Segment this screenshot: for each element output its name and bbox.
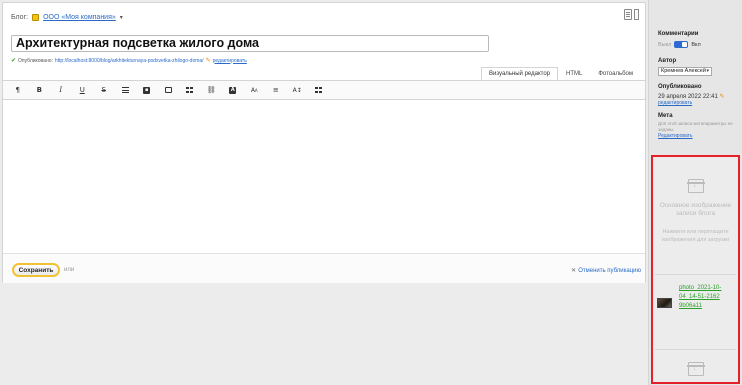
pencil-icon[interactable]: ✎ bbox=[720, 94, 725, 100]
chevron-down-icon[interactable]: ▾ bbox=[120, 14, 123, 21]
paragraph-icon[interactable]: ¶ bbox=[7, 82, 29, 98]
save-button[interactable]: Сохранить bbox=[12, 263, 60, 277]
author-section: Автор Кремнев Алексей bbox=[658, 58, 712, 76]
publication-status: ✔ Опубликовано: http://localhost:8000/bl… bbox=[11, 57, 247, 65]
post-content-editor[interactable] bbox=[3, 101, 645, 251]
image-file-link[interactable]: photo_2021-10-04_14-51-21629b06a11 bbox=[679, 284, 723, 311]
image-icon[interactable]: ▪ bbox=[136, 82, 158, 98]
close-icon: ✕ bbox=[571, 268, 577, 274]
edit-url-link[interactable]: редактировать bbox=[213, 58, 247, 64]
author-heading: Автор bbox=[658, 58, 677, 64]
upload-icon bbox=[687, 179, 705, 193]
blog-label: Блог: bbox=[11, 13, 29, 21]
video-icon[interactable] bbox=[158, 82, 180, 98]
image-thumbnail[interactable] bbox=[657, 298, 672, 308]
post-title-input[interactable]: Архитектурная подсветка жилого дома bbox=[11, 35, 489, 52]
comments-on-label: Вкл bbox=[691, 41, 701, 48]
text-size-icon[interactable]: A↕ bbox=[287, 82, 309, 98]
document-icon[interactable] bbox=[624, 9, 632, 20]
cancel-text: или bbox=[64, 267, 75, 273]
published-label: Опубликовано: bbox=[18, 57, 53, 64]
italic-icon[interactable]: I bbox=[50, 82, 72, 98]
author-select[interactable]: Кремнев Алексей bbox=[658, 67, 712, 76]
dropzone-hint: Нажмите или перетащите изображения для з… bbox=[661, 229, 730, 243]
pencil-icon[interactable]: ✎ bbox=[206, 57, 211, 64]
code-block-icon[interactable] bbox=[308, 82, 330, 98]
font-size-icon[interactable]: AA bbox=[244, 82, 266, 98]
blog-folder-icon bbox=[32, 13, 40, 21]
check-icon: ✔ bbox=[11, 58, 17, 64]
post-image-panel: Основное изображение записи блога Нажмит… bbox=[651, 155, 740, 384]
editor-footer: Сохранить или ✕ Отменить публикацию bbox=[3, 253, 645, 283]
strikethrough-icon[interactable]: S bbox=[93, 82, 115, 98]
meta-text: Для этой записи метапараметры не заданы. bbox=[658, 121, 733, 132]
font-color-icon[interactable]: A bbox=[222, 82, 244, 98]
published-edit-link[interactable]: редактировать bbox=[658, 100, 725, 106]
link-icon[interactable]: ⛓ bbox=[201, 82, 223, 98]
tab-photo-album[interactable]: Фотоальбом bbox=[590, 67, 641, 80]
page: Блог: ООО «Моя компания» ▾ Архитектурная… bbox=[0, 0, 742, 385]
comments-section: Комментарии Выкл Вкл bbox=[658, 31, 701, 48]
published-date: 29 апреля 2022 22:41 ✎ bbox=[658, 94, 725, 100]
main-image-dropzone[interactable]: Основное изображение записи блога Нажмит… bbox=[655, 159, 736, 275]
published-heading: Опубликовано bbox=[658, 84, 702, 90]
meta-section: Мета Для этой записи метапараметры не за… bbox=[658, 113, 736, 139]
unpublish-link[interactable]: ✕ Отменить публикацию bbox=[571, 267, 641, 275]
post-editor: Блог: ООО «Моя компания» ▾ Архитектурная… bbox=[2, 2, 646, 283]
comments-toggle-row: Выкл Вкл bbox=[658, 41, 701, 48]
comments-toggle[interactable] bbox=[674, 41, 689, 48]
published-section: Опубликовано 29 апреля 2022 22:41 ✎ реда… bbox=[658, 84, 725, 106]
bold-icon[interactable]: B bbox=[29, 82, 51, 98]
view-toggle bbox=[624, 9, 639, 20]
dropzone-title: Основное изображение записи блога bbox=[659, 202, 732, 217]
list-icon[interactable] bbox=[115, 82, 137, 98]
align-icon[interactable]: ≡ bbox=[265, 82, 287, 98]
tab-html[interactable]: HTML bbox=[558, 67, 590, 80]
post-url-link[interactable]: http://localhost:8000/blog/arkhitekturna… bbox=[55, 58, 204, 64]
table-icon[interactable] bbox=[179, 82, 201, 98]
blog-selector: Блог: ООО «Моя компания» ▾ bbox=[11, 11, 123, 23]
meta-heading: Мета bbox=[658, 113, 673, 119]
unpublish-label[interactable]: Отменить публикацию bbox=[578, 268, 641, 274]
extra-image-dropzone[interactable] bbox=[655, 349, 736, 381]
comments-heading: Комментарии bbox=[658, 31, 699, 37]
sidebar-toggle-icon[interactable] bbox=[634, 9, 639, 20]
blog-name-link[interactable]: ООО «Моя компания» bbox=[43, 14, 116, 21]
upload-icon bbox=[687, 362, 705, 376]
editor-mode-tabs: Визуальный редактор HTML Фотоальбом bbox=[480, 67, 641, 80]
formatting-toolbar: ¶ B I U S ▪ ⛓ A AA ≡ A↕ bbox=[3, 80, 645, 100]
meta-edit-link[interactable]: Редактировать bbox=[658, 133, 736, 139]
underline-icon[interactable]: U bbox=[72, 82, 94, 98]
tab-visual-editor[interactable]: Визуальный редактор bbox=[480, 67, 558, 80]
comments-off-label: Выкл bbox=[658, 41, 672, 48]
